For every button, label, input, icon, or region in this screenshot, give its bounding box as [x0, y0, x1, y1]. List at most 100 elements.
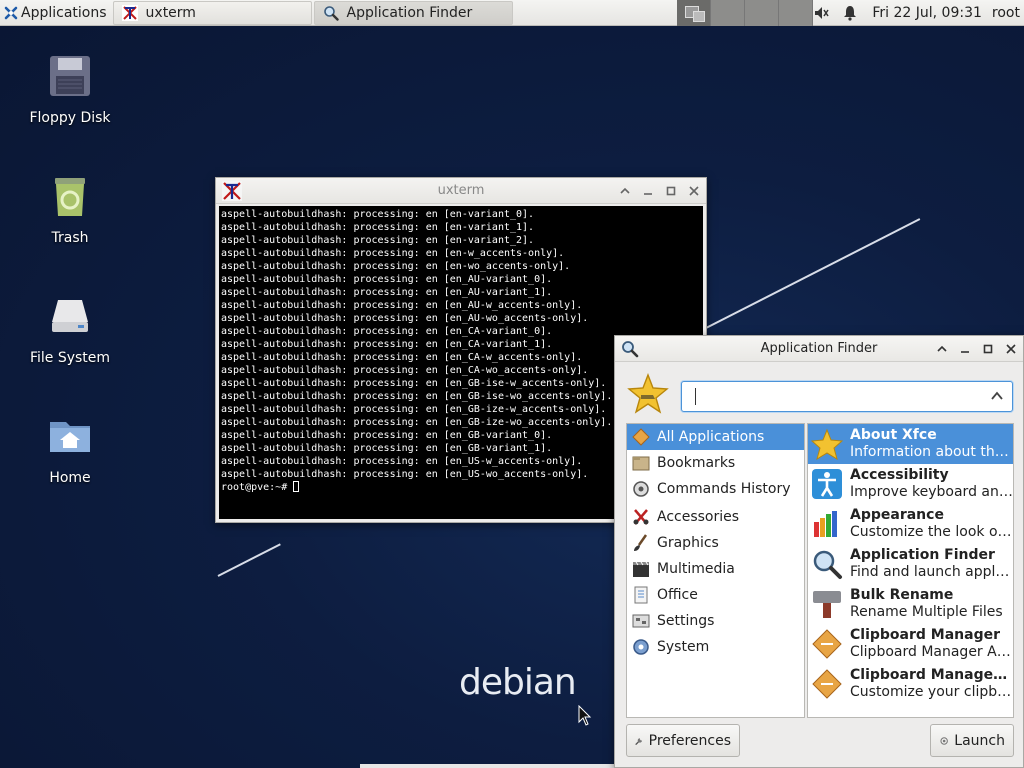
- uxterm-titlebar[interactable]: uxterm: [216, 178, 706, 204]
- terminal-cursor: [293, 481, 300, 492]
- shade-button[interactable]: [616, 182, 633, 199]
- system-icon: [633, 639, 649, 655]
- search-input[interactable]: [692, 387, 972, 407]
- applications-menu-label: Applications: [21, 4, 107, 21]
- workspace-2[interactable]: [711, 0, 745, 26]
- category-item[interactable]: All Applications: [627, 424, 804, 450]
- bulk-rename-icon: [813, 591, 841, 618]
- workspace-1[interactable]: [677, 0, 711, 26]
- volume-icon[interactable]: [813, 4, 831, 22]
- terminal-line: aspell-autobuildhash: processing: en [en…: [221, 209, 535, 220]
- category-item[interactable]: Office: [627, 582, 804, 608]
- desktop-icon-label: Trash: [51, 230, 89, 246]
- application-item[interactable]: About XfceInformation about the Xfce Des…: [808, 424, 1013, 464]
- taskbar-item-application-finder[interactable]: Application Finder: [313, 0, 513, 25]
- application-description: Rename Multiple Files: [850, 604, 1003, 620]
- category-label: Office: [657, 587, 698, 603]
- application-item[interactable]: Bulk Rename Rename Multiple Files: [808, 584, 1013, 624]
- maximize-button[interactable]: [662, 182, 679, 199]
- desktop-icon-floppy-disk[interactable]: Floppy Disk: [25, 52, 115, 126]
- application-list: About XfceInformation about the Xfce Des…: [807, 423, 1014, 718]
- user-menu[interactable]: root: [992, 5, 1020, 21]
- category-item[interactable]: Accessories: [627, 504, 804, 530]
- bookmarks-icon: [632, 456, 650, 471]
- category-item[interactable]: Commands History: [627, 476, 804, 502]
- application-name: Application Finder: [850, 547, 995, 563]
- taskbar-item-uxterm[interactable]: uxterm: [112, 0, 312, 25]
- close-button[interactable]: [685, 182, 702, 199]
- desktop-icon-file-system[interactable]: File System: [25, 292, 115, 366]
- terminal-line: aspell-autobuildhash: processing: en [en…: [221, 313, 589, 324]
- applications-menu-button[interactable]: Applications: [0, 0, 111, 26]
- clipboard-icon: [812, 629, 842, 659]
- application-item[interactable]: Clipboard Manager SettingsCustomize your…: [808, 664, 1013, 704]
- category-label: Multimedia: [657, 561, 735, 577]
- history-icon: [633, 481, 649, 497]
- preferences-button[interactable]: Preferences: [626, 724, 740, 757]
- clock[interactable]: Fri 22 Jul, 09:31: [872, 5, 982, 21]
- chevron-up-icon[interactable]: [990, 389, 1004, 403]
- launch-label: Launch: [954, 732, 1005, 749]
- category-item[interactable]: Bookmarks: [627, 450, 804, 476]
- favorite-star-icon: [627, 373, 669, 414]
- desktop-icon-home[interactable]: Home: [25, 412, 115, 486]
- graphics-icon: [634, 534, 648, 551]
- system-tray: Fri 22 Jul, 09:31 root: [808, 0, 1024, 26]
- drive-icon: [52, 300, 88, 332]
- multimedia-icon: [633, 561, 649, 577]
- category-item[interactable]: Settings: [627, 608, 804, 634]
- maximize-button[interactable]: [979, 340, 996, 357]
- application-name: About Xfce: [850, 427, 937, 443]
- minimize-button[interactable]: [639, 182, 656, 199]
- category-item[interactable]: System: [627, 634, 804, 660]
- launch-button[interactable]: Launch: [930, 724, 1014, 757]
- category-item[interactable]: Multimedia: [627, 556, 804, 582]
- workspace-3[interactable]: [745, 0, 779, 26]
- notification-bell-icon[interactable]: [841, 4, 859, 22]
- settings-icon: [632, 614, 650, 628]
- terminal-line: aspell-autobuildhash: processing: en [en…: [221, 300, 583, 311]
- category-label: System: [657, 639, 710, 655]
- application-description: Information about the Xfce Desktop Envir…: [850, 444, 1013, 460]
- taskbar-item-label: uxterm: [145, 4, 196, 21]
- application-item[interactable]: AppearanceCustomize the look of your des…: [808, 504, 1013, 544]
- xfce-logo-icon: [4, 6, 18, 19]
- search-icon: [813, 550, 842, 579]
- top-panel: Applications uxterm Application Finder F…: [0, 0, 1024, 26]
- search-combobox[interactable]: [681, 381, 1013, 412]
- application-description: Clipboard Manager Autostart File: [850, 644, 1013, 660]
- application-name: Clipboard Manager Settings: [850, 667, 1013, 683]
- application-text: Application Finder Find and launch applic…: [850, 547, 1013, 581]
- application-name: Appearance: [850, 507, 944, 523]
- accessories-icon: [633, 509, 649, 525]
- application-finder-titlebar[interactable]: Application Finder: [615, 336, 1023, 362]
- application-item[interactable]: AccessibilityImprove keyboard and mouse …: [808, 464, 1013, 504]
- application-text: Clipboard ManagerClipboard Manager Autos…: [850, 627, 1013, 661]
- appearance-icon: [814, 511, 837, 537]
- search-icon: [622, 341, 639, 358]
- home-folder-icon: [50, 422, 90, 452]
- application-item[interactable]: Application Finder Find and launch applic…: [808, 544, 1013, 584]
- close-button[interactable]: [1002, 340, 1019, 357]
- mouse-cursor-icon: [578, 705, 592, 726]
- trash-icon: [55, 178, 85, 216]
- minimize-button[interactable]: [956, 340, 973, 357]
- application-item[interactable]: Color Profiles: [808, 704, 1013, 718]
- desktop-icon-trash[interactable]: Trash: [25, 172, 115, 246]
- terminal-line: aspell-autobuildhash: processing: en [en…: [221, 235, 535, 246]
- all-apps-icon: [632, 428, 650, 446]
- application-item[interactable]: Clipboard ManagerClipboard Manager Autos…: [808, 624, 1013, 664]
- desktop-icon-label: File System: [29, 350, 111, 366]
- shade-button[interactable]: [933, 340, 950, 357]
- preferences-label: Preferences: [648, 732, 731, 749]
- desktop-icon-label: Floppy Disk: [29, 110, 111, 126]
- application-name: Color Profiles: [850, 716, 1013, 718]
- clipboard-icon: [812, 669, 842, 699]
- workspace-switcher[interactable]: [677, 0, 813, 26]
- category-label: Commands History: [657, 481, 791, 497]
- category-item[interactable]: Graphics: [627, 530, 804, 556]
- xterm-icon: [121, 4, 138, 21]
- color-profiles-icon: [811, 708, 843, 718]
- terminal-line: aspell-autobuildhash: processing: en [en…: [221, 222, 535, 233]
- about-icon: [811, 428, 843, 460]
